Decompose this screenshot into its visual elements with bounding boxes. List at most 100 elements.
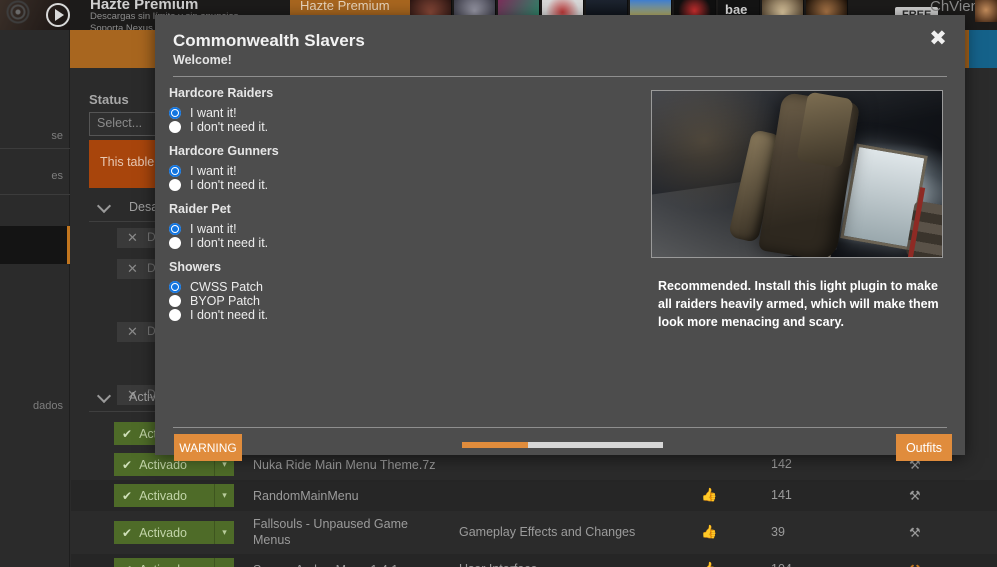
radio-button[interactable]: [169, 106, 181, 119]
check-icon: ✔: [122, 563, 132, 567]
screen-root: Hazte Premium Descargas sin límite y sin…: [0, 0, 997, 567]
radio-option[interactable]: I want it!: [169, 221, 629, 236]
option-description: Recommended. Install this light plugin t…: [658, 279, 939, 329]
caret-down-icon[interactable]: ▾: [214, 484, 234, 507]
dialog-subtitle: Welcome!: [173, 53, 232, 67]
enabled-toggle-label: Activado: [139, 525, 188, 540]
close-icon[interactable]: ✖: [925, 27, 951, 53]
sidebar-item-1[interactable]: es: [0, 170, 67, 182]
install-progress-bar: [462, 442, 663, 448]
radio-option[interactable]: I don't need it.: [169, 235, 629, 250]
radio-option[interactable]: I don't need it.: [169, 307, 629, 322]
radio-button[interactable]: [169, 222, 181, 235]
next-step-button[interactable]: Outfits: [896, 434, 952, 461]
thumbs-up-icon[interactable]: 👍: [701, 561, 717, 567]
radio-button[interactable]: [169, 236, 181, 249]
option-group: Hardcore Raiders I want it! I don't need i…: [169, 86, 629, 134]
radio-option[interactable]: CWSS Patch: [169, 279, 629, 294]
chevron-down-icon: [96, 198, 112, 214]
mod-name: Fallsouls - Unpaused Game Menus: [253, 517, 408, 547]
x-icon: ✕: [127, 261, 138, 276]
radio-option[interactable]: I want it!: [169, 105, 629, 120]
radio-button[interactable]: [169, 120, 181, 133]
user-avatar-icon[interactable]: [975, 0, 997, 22]
radio-option[interactable]: I don't need it.: [169, 119, 629, 134]
enabled-toggle-button[interactable]: ✔ Activado ▾: [114, 558, 234, 567]
option-group: Showers CWSS Patch BYOP Patch I don't need …: [169, 260, 629, 322]
endorsement-count: 104: [771, 562, 792, 567]
premium-cta-label: Hazte Premium: [300, 0, 390, 13]
warning-button[interactable]: WARNING: [174, 434, 242, 461]
radio-button[interactable]: [169, 280, 181, 293]
mod-category: User Interface: [459, 562, 659, 567]
radio-option-label: I don't need it.: [190, 235, 269, 250]
enabled-toggle-label: Activado: [139, 488, 188, 503]
option-group: Raider Pet I want it! I don't need it.: [169, 202, 629, 250]
sidebar-item-2[interactable]: dados: [0, 400, 67, 412]
raider-screenshot: [651, 90, 943, 258]
radio-option-label: I want it!: [190, 105, 237, 120]
caret-down-icon[interactable]: ▾: [214, 521, 234, 544]
sidebar-item-0[interactable]: se: [0, 130, 67, 142]
enabled-toggle-label: Activado: [139, 563, 187, 567]
radio-option-label: I don't need it.: [190, 119, 269, 134]
endorsement-count: 39: [771, 525, 785, 539]
table-row[interactable]: ✔ Activado ▾ Screen Archer Menu 1.4.1 Us…: [71, 554, 997, 567]
mod-name: Screen Archer Menu 1.4.1: [253, 562, 443, 567]
caret-down-icon[interactable]: ▾: [214, 558, 234, 567]
status-filter-label: Status: [89, 92, 129, 107]
radio-button[interactable]: [169, 294, 181, 307]
footer-divider: [173, 427, 947, 428]
table-row[interactable]: ✔ Activado ▾ RandomMainMenu 👍 141 ⚒: [71, 480, 997, 511]
check-icon: ✔: [122, 488, 133, 503]
radio-option-label: I don't need it.: [190, 307, 269, 322]
check-icon: ✔: [122, 457, 133, 472]
install-icon[interactable]: ⚒: [909, 488, 921, 504]
enabled-toggle-button[interactable]: ✔ Activado ▾: [114, 484, 234, 507]
endorsement-count: 142: [771, 457, 792, 471]
endorsement-count: 141: [771, 488, 792, 502]
dialog-body: Hardcore Raiders I want it! I don't need i…: [155, 77, 965, 425]
table-notice-text: This table: [100, 155, 155, 169]
option-group-title: Showers: [169, 260, 222, 274]
thumbs-up-icon[interactable]: 👍: [701, 524, 717, 540]
install-icon[interactable]: ⚒: [909, 562, 921, 567]
sidebar-rail: se es dados: [0, 30, 70, 567]
radio-option[interactable]: I don't need it.: [169, 177, 629, 192]
mod-name: Nuka Ride Main Menu Theme.7z: [253, 458, 436, 472]
option-groups: Hardcore Raiders I want it! I don't need i…: [169, 86, 629, 332]
radio-option[interactable]: I want it!: [169, 163, 629, 178]
table-row[interactable]: ✔ Activado ▾ Fallsouls - Unpaused Game M…: [71, 511, 997, 554]
sidebar-item-active[interactable]: [0, 226, 70, 264]
install-progress-fill: [462, 442, 529, 448]
x-icon: ✕: [127, 324, 138, 339]
status-select-value: Select...: [97, 116, 143, 130]
radio-button[interactable]: [169, 178, 181, 191]
radio-option-label: I want it!: [190, 163, 237, 178]
radio-option-label: CWSS Patch: [190, 279, 263, 294]
install-icon[interactable]: ⚒: [909, 525, 921, 541]
dialog-title: Commonwealth Slavers: [173, 31, 365, 50]
radio-option[interactable]: BYOP Patch: [169, 293, 629, 308]
mod-category: Gameplay Effects and Changes: [459, 525, 636, 539]
radio-option-label: I want it!: [190, 221, 237, 236]
radio-button[interactable]: [169, 164, 181, 177]
option-group-title: Hardcore Raiders: [169, 86, 274, 100]
installer-dialog: Commonwealth Slavers Welcome! ✖ Hardcore…: [155, 15, 965, 461]
toolbar-right-action[interactable]: [969, 30, 997, 68]
thumbs-up-icon[interactable]: 👍: [701, 487, 717, 503]
option-group-title: Hardcore Gunners: [169, 144, 279, 158]
check-icon: ✔: [122, 426, 133, 441]
mod-name: RandomMainMenu: [253, 489, 359, 503]
radio-option-label: BYOP Patch: [190, 293, 260, 308]
radio-button[interactable]: [169, 308, 181, 321]
chevron-down-icon: [96, 388, 112, 404]
radio-option-label: I don't need it.: [190, 177, 269, 192]
play-icon[interactable]: [46, 3, 70, 27]
check-icon: ✔: [122, 525, 133, 540]
enabled-toggle-button[interactable]: ✔ Activado ▾: [114, 521, 234, 544]
option-group: Hardcore Gunners I want it! I don't need i…: [169, 144, 629, 192]
option-group-title: Raider Pet: [169, 202, 231, 216]
dialog-header: Commonwealth Slavers Welcome! ✖: [155, 15, 965, 73]
x-icon: ✕: [127, 230, 138, 245]
